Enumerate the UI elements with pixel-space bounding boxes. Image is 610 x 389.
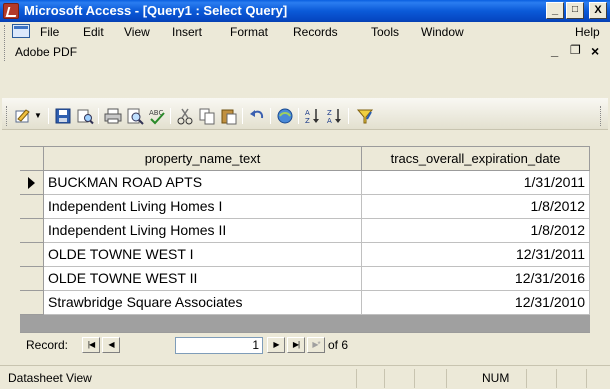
status-panel: [556, 369, 557, 388]
close-button[interactable]: X: [589, 2, 607, 19]
title-bar: Microsoft Access - [Query1 : Select Quer…: [0, 0, 610, 22]
doc-minimize-button[interactable]: _: [551, 43, 558, 58]
row-selector[interactable]: [20, 267, 44, 291]
status-panel: [586, 369, 587, 388]
status-panel: [446, 369, 447, 388]
previous-record-button[interactable]: ◀: [102, 337, 120, 353]
table-row[interactable]: OLDE TOWNE WEST II 12/31/2016: [20, 267, 590, 291]
status-panel: [526, 369, 527, 388]
toolbar-separator: [348, 108, 349, 124]
menu-insert[interactable]: Insert: [172, 25, 202, 39]
spelling-icon[interactable]: ABC: [148, 107, 166, 125]
menu-file[interactable]: File: [40, 25, 59, 39]
status-panel: [356, 369, 357, 388]
menu-format[interactable]: Format: [230, 25, 268, 39]
cell-property-name[interactable]: Independent Living Homes II: [44, 219, 362, 243]
datasheet-grid: property_name_text tracs_overall_expirat…: [20, 146, 590, 315]
undo-icon[interactable]: [248, 107, 266, 125]
cell-expiration-date[interactable]: 12/31/2010: [362, 291, 590, 315]
sort-ascending-icon[interactable]: A Z: [304, 107, 322, 125]
table-row[interactable]: Strawbridge Square Associates 12/31/2010: [20, 291, 590, 315]
menu-bar-secondary: Adobe PDF _ ❐ ×: [0, 42, 610, 64]
toolbar-overflow-grip[interactable]: [600, 106, 603, 126]
next-record-button[interactable]: ▶: [267, 337, 285, 353]
status-num-indicator: NUM: [482, 371, 510, 385]
record-navigation-bar: Record: |◀ ◀ 1 ▶ ▶| ▶* of 6: [20, 332, 590, 356]
print-icon[interactable]: [104, 107, 122, 125]
toolbar-separator: [242, 108, 243, 124]
svg-text:Z: Z: [327, 109, 332, 117]
cell-expiration-date[interactable]: 1/8/2012: [362, 219, 590, 243]
row-selector[interactable]: [20, 243, 44, 267]
cell-property-name[interactable]: BUCKMAN ROAD APTS: [44, 171, 362, 195]
toolbar-grip[interactable]: [6, 106, 9, 126]
last-record-button[interactable]: ▶|: [287, 337, 305, 353]
new-record-button[interactable]: ▶*: [307, 337, 325, 353]
file-search-icon[interactable]: [76, 107, 94, 125]
insert-hyperlink-icon[interactable]: [276, 107, 294, 125]
menu-adobe-pdf[interactable]: Adobe PDF: [15, 45, 77, 59]
cell-property-name[interactable]: OLDE TOWNE WEST I: [44, 243, 362, 267]
cut-icon[interactable]: [176, 107, 194, 125]
menu-records[interactable]: Records: [293, 25, 338, 39]
cell-property-name[interactable]: OLDE TOWNE WEST II: [44, 267, 362, 291]
toolbar-separator: [48, 108, 49, 124]
menu-window[interactable]: Window: [421, 25, 464, 39]
paste-icon[interactable]: [220, 107, 238, 125]
status-panel: [414, 369, 415, 388]
cell-property-name[interactable]: Strawbridge Square Associates: [44, 291, 362, 315]
current-record-input[interactable]: 1: [175, 337, 263, 354]
row-selector[interactable]: [20, 195, 44, 219]
cell-property-name[interactable]: Independent Living Homes I: [44, 195, 362, 219]
cell-expiration-date[interactable]: 12/31/2016: [362, 267, 590, 291]
column-header-property-name[interactable]: property_name_text: [44, 147, 362, 171]
row-selector[interactable]: [20, 219, 44, 243]
window-title: Microsoft Access - [Query1 : Select Quer…: [24, 3, 288, 18]
status-panel: [384, 369, 385, 388]
menu-bar: File Edit View Insert Format Records Too…: [0, 22, 610, 42]
cell-expiration-date[interactable]: 1/31/2011: [362, 171, 590, 195]
status-view-text: Datasheet View: [8, 371, 92, 385]
menu-edit[interactable]: Edit: [83, 25, 104, 39]
sort-descending-icon[interactable]: Z A: [326, 107, 344, 125]
query-window-icon[interactable]: [12, 24, 30, 38]
save-icon[interactable]: [54, 107, 72, 125]
svg-text:A: A: [327, 117, 332, 125]
print-preview-icon[interactable]: [126, 107, 144, 125]
status-bar: Datasheet View NUM: [0, 365, 610, 389]
table-row[interactable]: OLDE TOWNE WEST I 12/31/2011: [20, 243, 590, 267]
access-app-icon[interactable]: [3, 3, 19, 19]
svg-text:A: A: [305, 109, 310, 117]
toolbar-separator: [270, 108, 271, 124]
doc-restore-button[interactable]: ❐: [570, 43, 581, 57]
table-row[interactable]: Independent Living Homes II 1/8/2012: [20, 219, 590, 243]
restore-button[interactable]: □: [566, 2, 584, 19]
copy-icon[interactable]: [198, 107, 216, 125]
toolbar-separator: [170, 108, 171, 124]
minimize-button[interactable]: _: [546, 2, 564, 19]
record-label: Record:: [26, 338, 69, 352]
menu-tools[interactable]: Tools: [371, 25, 399, 39]
toolbar-buttons: ▼ ABC A Z Z A: [0, 100, 610, 130]
row-selector[interactable]: [20, 291, 44, 315]
menu-help[interactable]: Help: [575, 25, 600, 39]
row-selector-current[interactable]: [20, 171, 44, 195]
cell-expiration-date[interactable]: 1/8/2012: [362, 195, 590, 219]
select-all-corner[interactable]: [20, 147, 44, 171]
table-row[interactable]: Independent Living Homes I 1/8/2012: [20, 195, 590, 219]
table-row[interactable]: BUCKMAN ROAD APTS 1/31/2011: [20, 171, 590, 195]
filter-by-selection-icon[interactable]: [356, 107, 374, 125]
dropdown-arrow-icon[interactable]: ▼: [34, 107, 42, 125]
toolbar-separator: [298, 108, 299, 124]
first-record-button[interactable]: |◀: [82, 337, 100, 353]
column-header-expiration-date[interactable]: tracs_overall_expiration_date: [362, 147, 590, 171]
menu-view[interactable]: View: [124, 25, 150, 39]
toolbar-separator: [98, 108, 99, 124]
design-view-icon[interactable]: [14, 107, 32, 125]
doc-close-button[interactable]: ×: [591, 43, 599, 59]
svg-text:Z: Z: [305, 117, 310, 125]
cell-expiration-date[interactable]: 12/31/2011: [362, 243, 590, 267]
record-count: of 6: [328, 338, 349, 352]
